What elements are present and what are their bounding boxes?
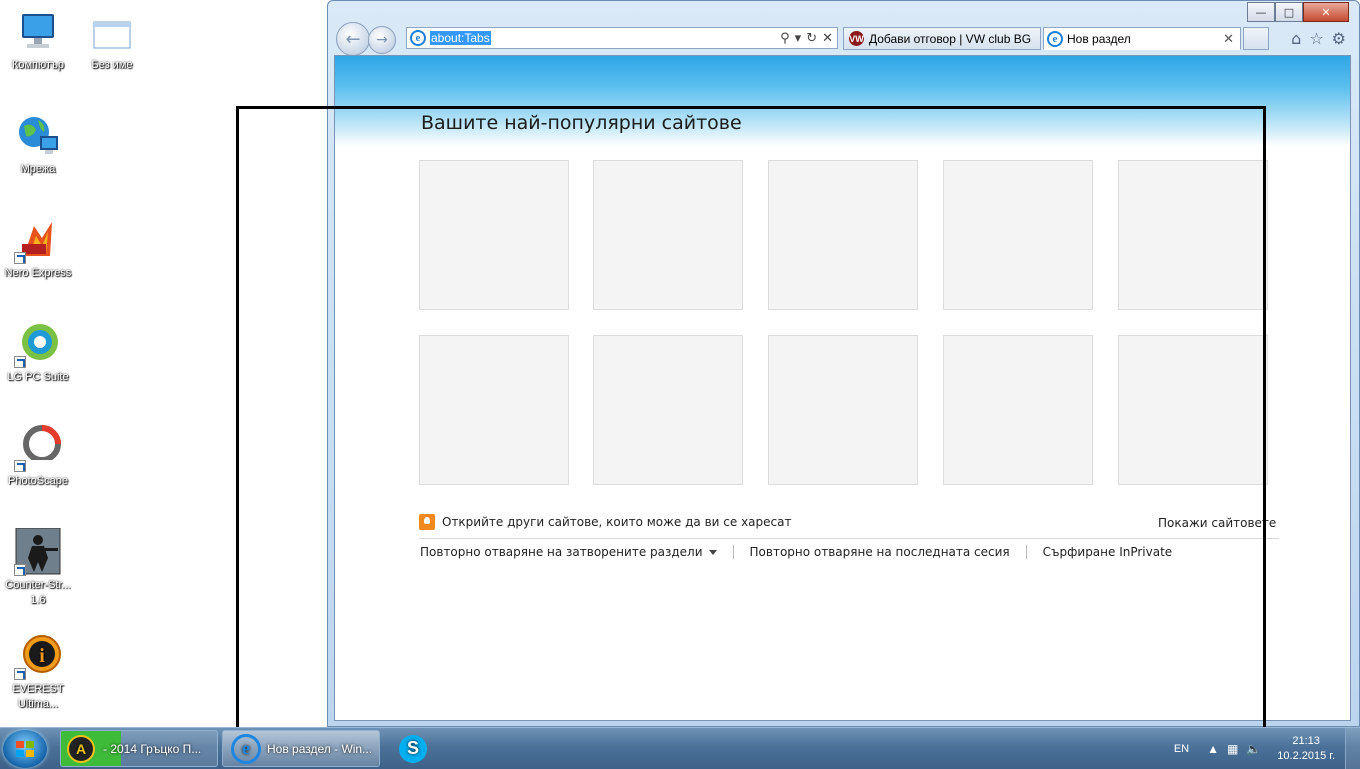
address-tools: ⚲ ▾ ↻ ✕ [780, 31, 837, 46]
desktop-icon-label: Counter-Str... 1.6 [5, 579, 71, 606]
clock-date: 10.2.2015 г. [1277, 749, 1335, 762]
tab-label: Добави отговор | VW club BG [869, 31, 1032, 46]
desktop-icon-label: LG PC Suite [7, 371, 69, 383]
lg-pc-suite-icon [14, 320, 62, 368]
ie-icon: e [231, 733, 261, 764]
desktop-icon-computer[interactable]: Компютър [0, 8, 76, 73]
computer-icon [14, 8, 62, 56]
network-tray-icon[interactable]: ▦ [1227, 742, 1238, 756]
minimize-button[interactable]: — [1247, 2, 1275, 22]
taskbar-item-aimp[interactable]: A - 2014 Гръцко П... [60, 730, 218, 767]
taskbar-item-skype[interactable]: S [392, 730, 434, 767]
stop-icon[interactable]: ✕ [822, 31, 833, 46]
desktop-icon-counter-strike[interactable]: Counter-Str... 1.6 [0, 527, 76, 608]
taskbar-item-label: - 2014 Гръцко П... [103, 741, 202, 756]
close-button[interactable]: ✕ [1303, 2, 1349, 22]
close-icon[interactable]: ✕ [1223, 31, 1234, 47]
forward-button[interactable]: → [368, 26, 396, 54]
taskbar-item-label: Нов раздел - Win... [267, 741, 373, 756]
start-button[interactable] [3, 730, 47, 768]
nero-icon [14, 216, 62, 264]
arrow-right-icon: → [376, 32, 388, 48]
chevron-down-icon[interactable]: ▾ [795, 31, 802, 46]
desktop-icon-photoscape[interactable]: PhotoScape [0, 424, 76, 489]
aimp-icon: A [67, 734, 95, 763]
taskbar: A - 2014 Гръцко П... e Нов раздел - Win.… [0, 727, 1360, 769]
tab-vw-club[interactable]: VW Добави отговор | VW club BG [843, 27, 1041, 50]
shortcut-arrow-icon [14, 564, 26, 576]
window-controls: — □ ✕ [1247, 2, 1349, 22]
shortcut-arrow-icon [14, 460, 26, 472]
windows-logo-icon [16, 741, 34, 757]
taskbar-item-ie[interactable]: e Нов раздел - Win... [222, 730, 380, 767]
desktop-icon-label: Nero Express [4, 267, 72, 279]
photoscape-icon [14, 424, 62, 472]
refresh-icon[interactable]: ↻ [806, 31, 817, 46]
tab-new-tab[interactable]: e Нов раздел ✕ [1043, 27, 1241, 50]
shortcut-arrow-icon [14, 356, 26, 368]
new-tab-button[interactable] [1243, 27, 1269, 50]
star-icon[interactable]: ☆ [1309, 29, 1323, 48]
command-icons: ⌂ ☆ ⚙ [1291, 29, 1346, 48]
shortcut-arrow-icon [14, 668, 26, 680]
highlight-rectangle [236, 106, 1266, 746]
language-indicator[interactable]: EN [1174, 743, 1189, 755]
network-icon [14, 112, 62, 160]
maximize-button[interactable]: □ [1275, 2, 1303, 22]
desktop-icon-network[interactable]: Мрежа [0, 112, 76, 177]
svg-text:i: i [39, 645, 45, 667]
clock[interactable]: 21:13 10.2.2015 г. [1277, 734, 1335, 764]
chevron-up-icon[interactable]: ▲ [1207, 742, 1219, 756]
desktop-icon-everest[interactable]: i EVEREST Ultima... [0, 632, 76, 712]
navigation-bar: ← → e about:Tabs ⚲ ▾ ↻ ✕ VW Добави отгов… [336, 21, 1352, 56]
vw-icon: VW [849, 31, 864, 46]
address-input[interactable]: about:Tabs [430, 31, 491, 45]
desktop-icon-label: PhotoScape [8, 475, 68, 487]
show-desktop-button[interactable] [1345, 728, 1360, 769]
desktop-icon-lg-pc-suite[interactable]: LG PC Suite [0, 320, 76, 385]
arrow-left-icon: ← [345, 28, 361, 50]
desktop-icon-nero[interactable]: Nero Express [0, 216, 76, 281]
desktop-icon-label: Без име [91, 59, 133, 71]
everest-icon: i [14, 632, 62, 680]
counter-strike-icon [14, 527, 62, 576]
tab-label: Нов раздел [1067, 31, 1131, 46]
desktop-icon-label: Компютър [11, 59, 65, 71]
search-icon[interactable]: ⚲ [780, 31, 790, 46]
address-bar[interactable]: e about:Tabs ⚲ ▾ ↻ ✕ [406, 27, 838, 49]
desktop-icon-untitled[interactable]: Без име [74, 8, 150, 73]
volume-icon[interactable]: 🔈 [1246, 742, 1261, 756]
desktop-icon-label: EVEREST Ultima... [12, 683, 64, 710]
system-tray: EN ▲ ▦ 🔈 21:13 10.2.2015 г. [1174, 728, 1360, 769]
home-icon[interactable]: ⌂ [1291, 29, 1301, 48]
skype-icon: S [399, 734, 427, 763]
desktop-icon-label: Мрежа [20, 163, 56, 175]
clock-time: 21:13 [1292, 734, 1320, 747]
gear-icon[interactable]: ⚙ [1332, 29, 1346, 48]
back-button[interactable]: ← [336, 22, 370, 56]
shortcut-arrow-icon [14, 252, 26, 264]
blank-window-icon [88, 8, 136, 56]
ie-icon: e [1047, 30, 1063, 47]
ie-icon: e [410, 30, 426, 46]
